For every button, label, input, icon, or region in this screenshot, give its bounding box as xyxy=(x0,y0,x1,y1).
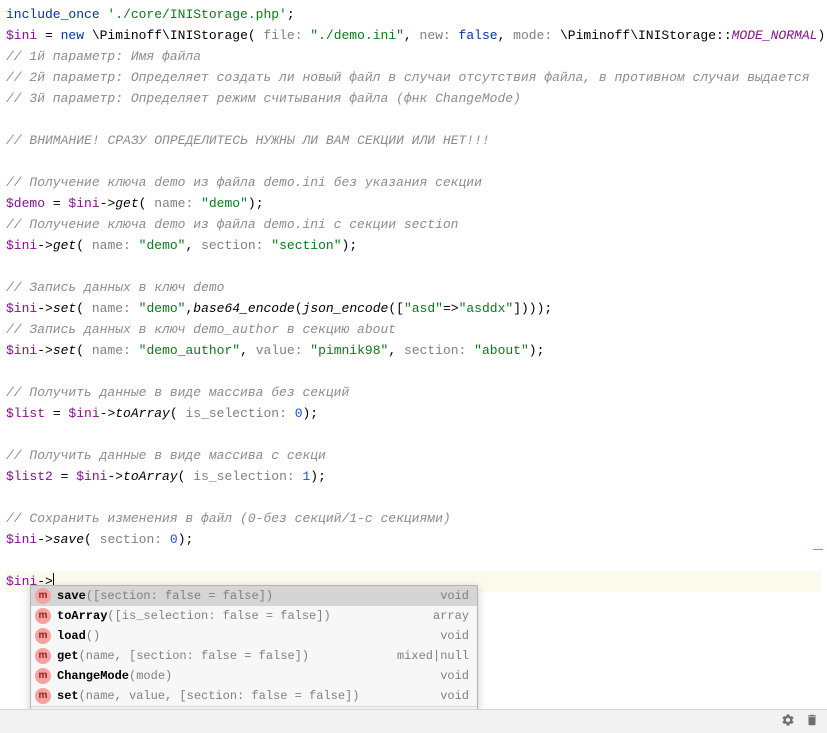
method-icon: m xyxy=(35,628,51,644)
code-line[interactable]: $ini->get( name: "demo", section: "secti… xyxy=(6,235,821,256)
autocomplete-return-type: array xyxy=(433,608,469,624)
code-line[interactable]: // Сохранить изменения в файл (0-без сек… xyxy=(6,508,821,529)
status-bar xyxy=(0,709,827,733)
code-line[interactable]: $ini->set( name: "demo_author", value: "… xyxy=(6,340,821,361)
autocomplete-item[interactable]: m toArray([is_selection: false = false])… xyxy=(31,606,477,626)
code-line[interactable]: // 3й параметр: Определяет режим считыва… xyxy=(6,88,821,109)
code-line[interactable] xyxy=(6,361,821,382)
method-icon: m xyxy=(35,668,51,684)
code-line[interactable]: $ini->save( section: 0); xyxy=(6,529,821,550)
autocomplete-return-type: void xyxy=(440,688,469,704)
trash-icon[interactable] xyxy=(805,713,819,731)
autocomplete-name: set xyxy=(57,688,79,704)
code-line[interactable]: // Получить данные в виде массива с секц… xyxy=(6,445,821,466)
code-editor[interactable]: include_once './core/INIStorage.php'; $i… xyxy=(0,0,827,596)
method-icon: m xyxy=(35,608,51,624)
autocomplete-name: load xyxy=(57,628,86,644)
code-line[interactable]: // Получение ключа demo из файла demo.in… xyxy=(6,172,821,193)
code-line[interactable] xyxy=(6,151,821,172)
code-line[interactable]: // Запись данных в ключ demo_author в се… xyxy=(6,319,821,340)
autocomplete-signature: ([section: false = false]) xyxy=(86,588,273,604)
method-icon: m xyxy=(35,588,51,604)
code-line[interactable]: $list2 = $ini->toArray( is_selection: 1)… xyxy=(6,466,821,487)
autocomplete-return-type: void xyxy=(440,668,469,684)
code-line[interactable] xyxy=(6,424,821,445)
settings-icon[interactable] xyxy=(781,713,795,731)
code-line[interactable]: $demo = $ini->get( name: "demo"); xyxy=(6,193,821,214)
error-stripe-mark[interactable]: — xyxy=(813,544,823,555)
autocomplete-name: save xyxy=(57,588,86,604)
code-line[interactable]: // Получение ключа demo из файла demo.in… xyxy=(6,214,821,235)
code-line[interactable]: // 1й параметр: Имя файла xyxy=(6,46,821,67)
method-icon: m xyxy=(35,688,51,704)
code-line[interactable]: // Получить данные в виде массива без се… xyxy=(6,382,821,403)
autocomplete-return-type: void xyxy=(440,628,469,644)
autocomplete-name: get xyxy=(57,648,79,664)
autocomplete-signature: (name, value, [section: false = false]) xyxy=(79,688,360,704)
code-line[interactable]: // Запись данных в ключ demo xyxy=(6,277,821,298)
code-line[interactable]: // 2й параметр: Определяет создать ли но… xyxy=(6,67,821,88)
code-line[interactable] xyxy=(6,256,821,277)
code-line[interactable] xyxy=(6,487,821,508)
autocomplete-popup: m save([section: false = false]) void m … xyxy=(30,585,478,729)
autocomplete-item[interactable]: m get(name, [section: false = false]) mi… xyxy=(31,646,477,666)
autocomplete-return-type: void xyxy=(440,588,469,604)
autocomplete-signature: (name, [section: false = false]) xyxy=(79,648,309,664)
autocomplete-signature: (mode) xyxy=(129,668,172,684)
code-line[interactable] xyxy=(6,109,821,130)
code-line[interactable]: $ini = new \Piminoff\INIStorage( file: "… xyxy=(6,25,821,46)
autocomplete-name: ChangeMode xyxy=(57,668,129,684)
code-line[interactable] xyxy=(6,550,821,571)
method-icon: m xyxy=(35,648,51,664)
code-line[interactable]: // ВНИМАНИЕ! СРАЗУ ОПРЕДЕЛИТЕСЬ НУЖНЫ ЛИ… xyxy=(6,130,821,151)
autocomplete-item[interactable]: m set(name, value, [section: false = fal… xyxy=(31,686,477,706)
autocomplete-name: toArray xyxy=(57,608,107,624)
code-line[interactable]: include_once './core/INIStorage.php'; xyxy=(6,4,821,25)
autocomplete-signature: ([is_selection: false = false]) xyxy=(107,608,330,624)
autocomplete-return-type: mixed|null xyxy=(397,648,469,664)
code-line[interactable]: $ini->set( name: "demo",base64_encode(js… xyxy=(6,298,821,319)
autocomplete-item[interactable]: m ChangeMode(mode) void xyxy=(31,666,477,686)
autocomplete-signature: () xyxy=(86,628,100,644)
code-line[interactable]: $list = $ini->toArray( is_selection: 0); xyxy=(6,403,821,424)
autocomplete-item[interactable]: m save([section: false = false]) void xyxy=(31,586,477,606)
autocomplete-item[interactable]: m load() void xyxy=(31,626,477,646)
